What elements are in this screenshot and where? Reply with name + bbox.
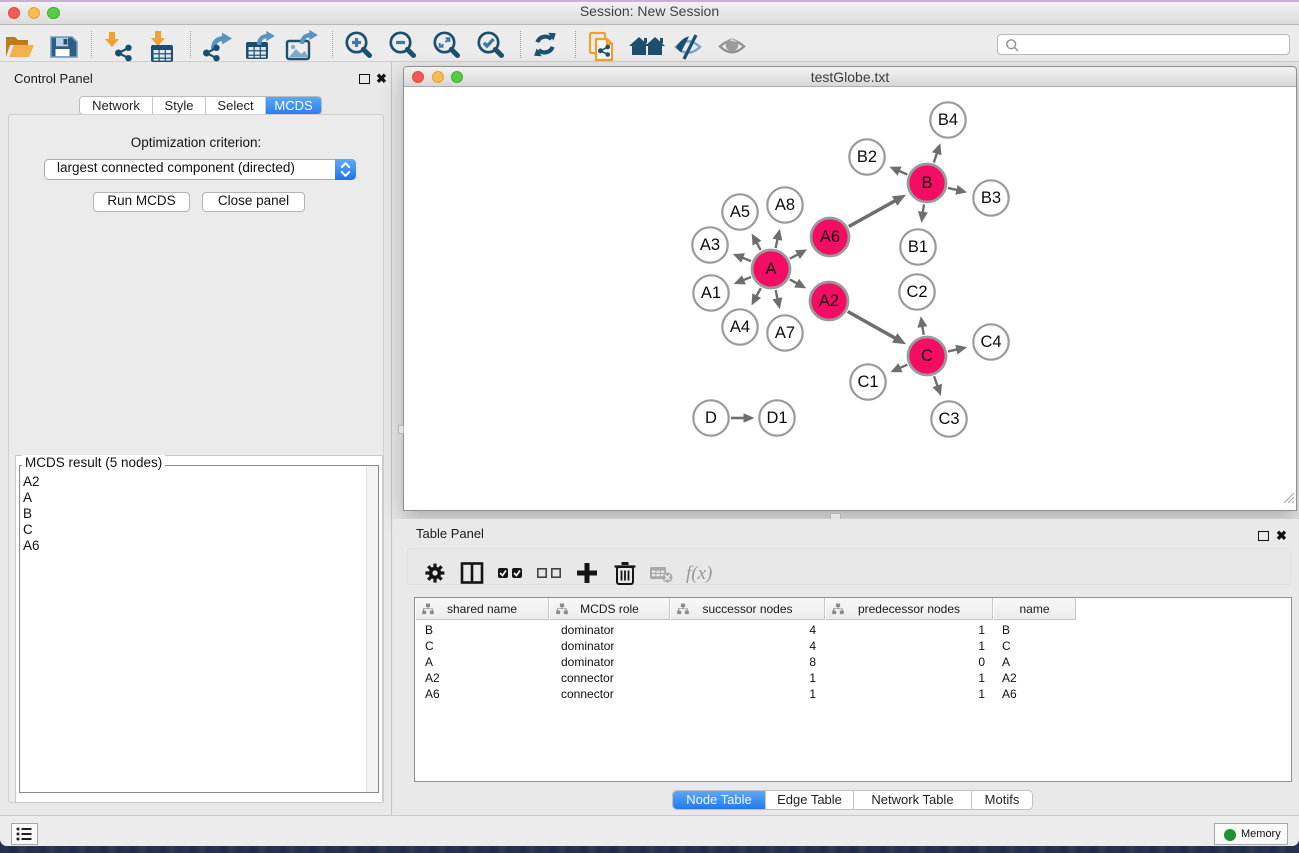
svg-text:B4: B4: [938, 111, 958, 129]
svg-text:f(x): f(x): [686, 563, 712, 584]
svg-text:A2: A2: [819, 292, 839, 310]
svg-text:D: D: [705, 409, 717, 427]
svg-text:A6: A6: [820, 228, 840, 246]
svg-text:C: C: [921, 347, 933, 365]
svg-text:C2: C2: [906, 283, 927, 301]
svg-text:B: B: [921, 174, 932, 192]
svg-text:B2: B2: [857, 148, 877, 166]
svg-text:A: A: [765, 260, 776, 278]
svg-text:A5: A5: [730, 203, 750, 221]
svg-text:C3: C3: [938, 410, 959, 428]
svg-text:C4: C4: [980, 333, 1001, 351]
svg-text:A3: A3: [700, 236, 720, 254]
svg-text:A1: A1: [701, 284, 721, 302]
svg-text:B1: B1: [908, 238, 928, 256]
svg-text:A4: A4: [730, 318, 750, 336]
svg-text:D1: D1: [766, 409, 787, 427]
svg-text:A8: A8: [775, 196, 795, 214]
svg-text:B3: B3: [981, 189, 1001, 207]
svg-text:A7: A7: [775, 324, 795, 342]
svg-text:C1: C1: [857, 373, 878, 391]
